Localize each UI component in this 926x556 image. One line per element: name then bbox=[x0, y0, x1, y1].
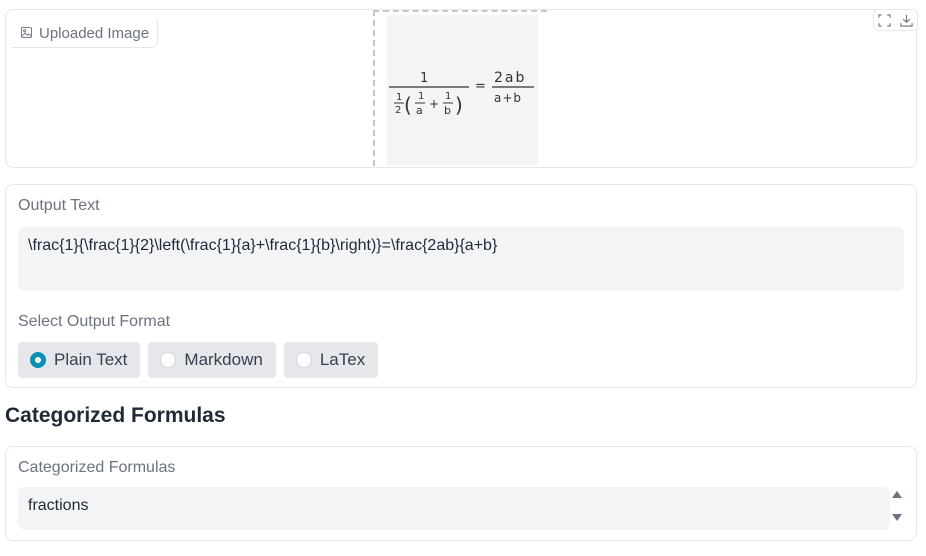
categorized-section-title: Categorized Formulas bbox=[5, 404, 226, 427]
download-icon[interactable] bbox=[896, 10, 918, 30]
formula-right-paren: ) bbox=[455, 93, 463, 117]
output-panel: Output Text \frac{1}{\frac{1}{2}\left(\f… bbox=[5, 184, 917, 388]
formula-rhs-denominator: a+b bbox=[494, 91, 522, 105]
formula-term1-numerator: 1 bbox=[418, 91, 424, 102]
formula-term2-denominator: b bbox=[444, 104, 451, 117]
radio-checked-icon bbox=[30, 352, 46, 368]
categorized-panel: Categorized Formulas fractions bbox=[5, 446, 917, 541]
formula-left-paren: ( bbox=[404, 93, 412, 117]
scroll-down-icon[interactable] bbox=[892, 514, 902, 521]
image-icon bbox=[21, 25, 32, 42]
format-option-latex[interactable]: LaTex bbox=[283, 342, 379, 378]
radio-unchecked-icon bbox=[160, 352, 177, 368]
formula-term1-denominator: a bbox=[416, 104, 423, 117]
formula-term2-numerator: 1 bbox=[445, 91, 451, 102]
format-option-markdown[interactable]: Markdown bbox=[148, 342, 276, 378]
categorized-formulas-field[interactable]: fractions bbox=[18, 487, 890, 530]
formula-half-numerator: 1 bbox=[396, 92, 402, 103]
image-toolbar bbox=[873, 9, 918, 31]
output-text-label: Output Text bbox=[18, 197, 100, 214]
format-option-plain-text[interactable]: Plain Text bbox=[18, 342, 141, 378]
uploaded-image-tag: Uploaded Image bbox=[12, 19, 159, 48]
formula-rhs-numerator: 2ab bbox=[494, 70, 526, 86]
output-format-label: Select Output Format bbox=[18, 313, 171, 330]
format-option-label: LaTex bbox=[319, 350, 366, 369]
formula-image[interactable]: 1 1 2 ( 1 a + 1 b ) = 2ab a+b bbox=[387, 15, 538, 165]
format-option-label: Markdown bbox=[184, 350, 263, 369]
scrollbar[interactable] bbox=[892, 491, 902, 521]
categorized-formulas-label: Categorized Formulas bbox=[18, 459, 176, 476]
uploaded-image-label: Uploaded Image bbox=[39, 24, 150, 42]
format-option-label: Plain Text bbox=[54, 350, 128, 369]
formula-half-denominator: 2 bbox=[395, 105, 401, 116]
radio-unchecked-icon bbox=[295, 352, 312, 368]
output-text-field[interactable]: \frac{1}{\frac{1}{2}\left(\frac{1}{a}+\f… bbox=[18, 227, 904, 291]
formula-numerator: 1 bbox=[420, 71, 428, 86]
scroll-up-icon[interactable] bbox=[892, 491, 902, 498]
fullscreen-icon[interactable] bbox=[874, 10, 896, 30]
formula-equals: = bbox=[475, 79, 486, 94]
output-format-group: Plain Text Markdown LaTex bbox=[18, 342, 379, 378]
formula-plus: + bbox=[429, 97, 439, 111]
